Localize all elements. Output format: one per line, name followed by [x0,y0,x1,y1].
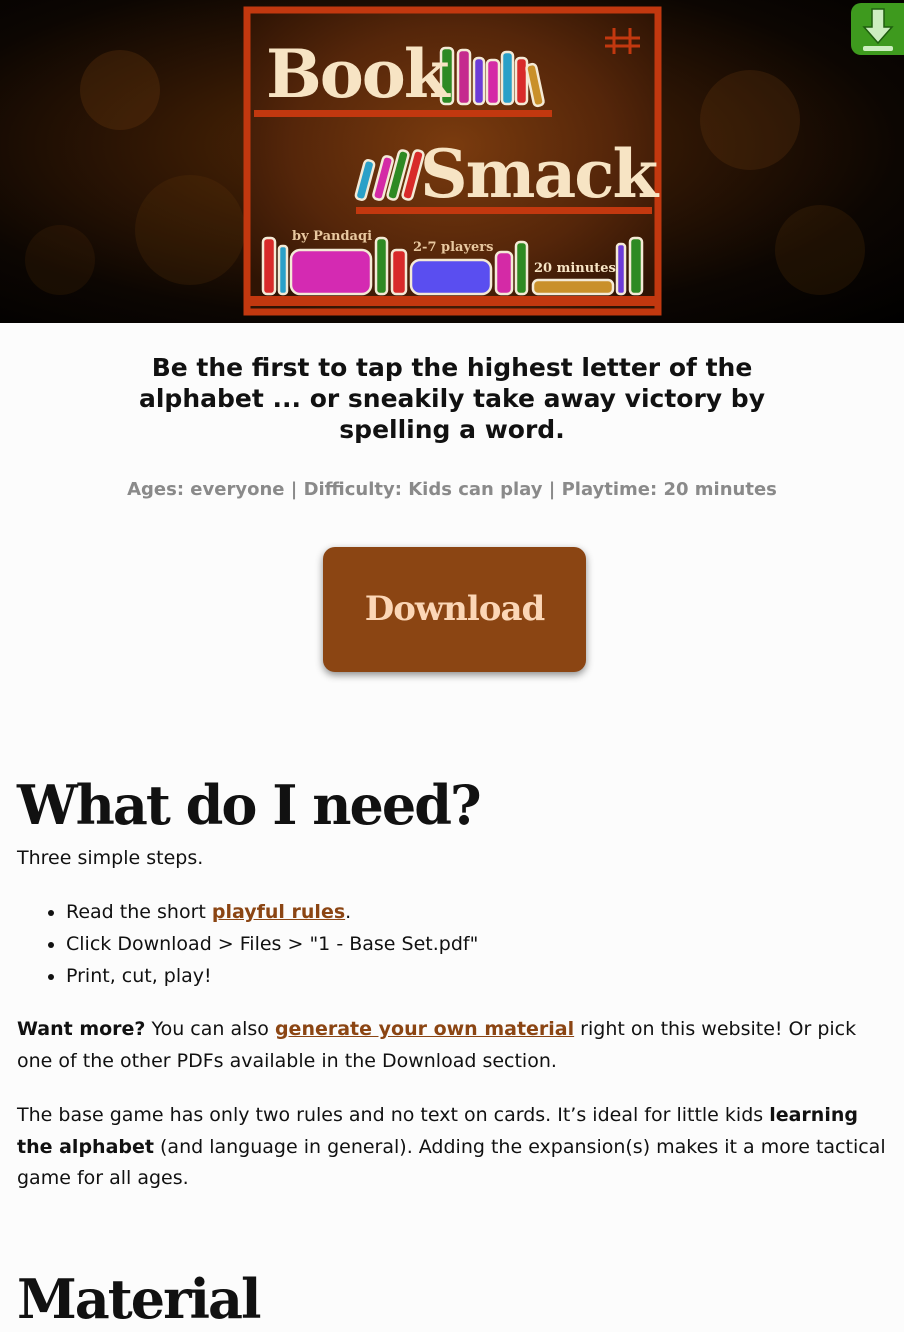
hero-players: 2-7 players [413,240,494,255]
list-item: Click Download > Files > "1 - Base Set.p… [66,928,478,960]
hero-title-smack: Smack [420,135,658,213]
steps-intro: Three simple steps. [17,847,204,869]
base-game-paragraph: The base game has only two rules and no … [17,1104,886,1189]
list-item: Print, cut, play! [66,960,478,992]
download-arrow-icon [862,8,894,51]
hero-banner: Book Smack by Pandaqi 2-7 players 20 min… [0,0,904,323]
download-badge[interactable] [851,3,904,55]
section-heading-what-do-i-need: What do I need? [17,773,482,837]
hero-playtime: 20 minutes [534,261,616,276]
section-heading-material: Material [17,1267,262,1331]
want-more-label: Want more? [17,1018,146,1040]
hero-title-book: Book [266,35,450,113]
hero-byline: by Pandaqi [292,229,373,244]
tagline: Be the first to tap the highest letter o… [138,353,765,444]
playful-rules-link[interactable]: playful rules [212,901,345,923]
generate-material-link[interactable]: generate your own material [275,1018,574,1040]
list-item: Read the short playful rules. [66,896,478,928]
steps-list: Read the short playful rules. Click Down… [17,896,478,992]
download-button[interactable]: Download [323,547,586,672]
want-more-paragraph: Want more? You can also generate your ow… [17,1018,857,1072]
game-meta: Ages: everyone | Difficulty: Kids can pl… [127,479,777,500]
